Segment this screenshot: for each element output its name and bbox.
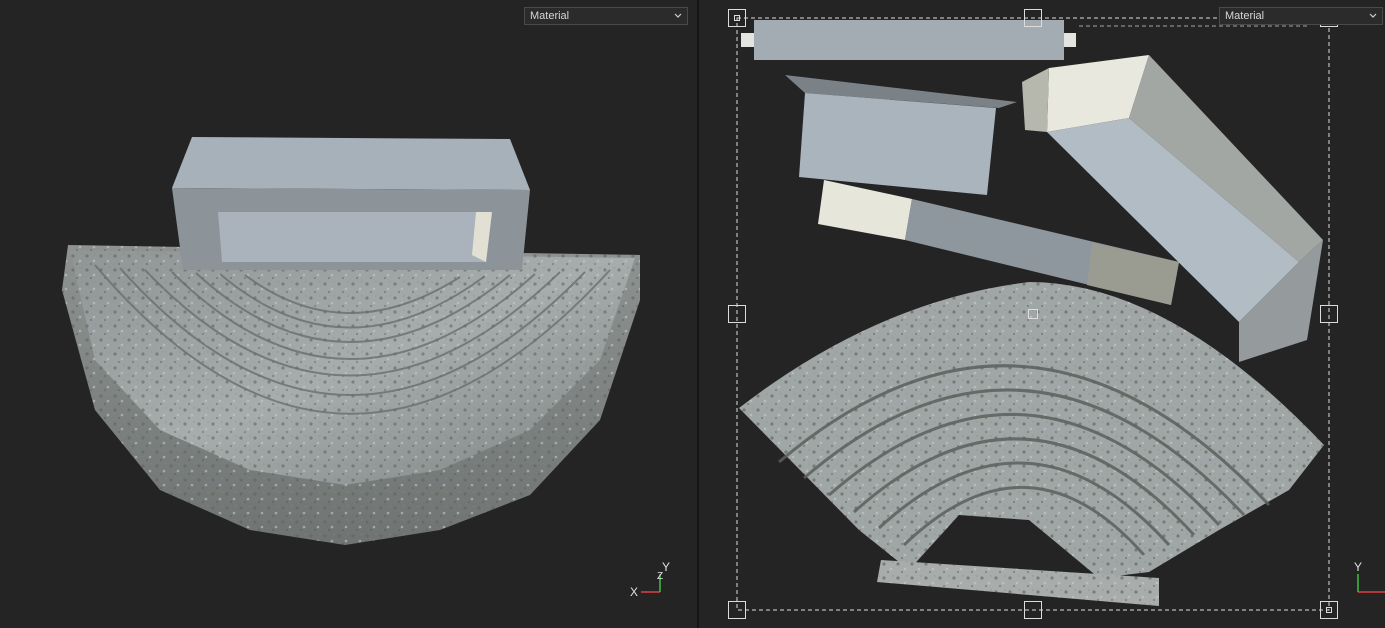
uv-handle-top-left[interactable] — [728, 9, 746, 27]
uv-handle-bottom-center[interactable] — [1024, 601, 1042, 619]
3d-model-render — [62, 137, 640, 545]
shading-mode-value: Material — [530, 10, 570, 22]
chevron-down-icon — [674, 13, 682, 18]
chevron-down-icon — [1369, 13, 1377, 18]
uv-shading-mode-dropdown[interactable]: Material — [1219, 7, 1383, 25]
shading-mode-dropdown[interactable]: Material — [524, 7, 688, 25]
axis-x-label: X — [630, 585, 639, 599]
uv-handle-top-center[interactable] — [1024, 9, 1042, 27]
uv-handle-middle-right[interactable] — [1320, 305, 1338, 323]
3d-viewport[interactable]: Material X Y Z — [0, 0, 697, 628]
uv-handle-pivot[interactable] — [1028, 309, 1038, 319]
uv-shading-mode-value: Material — [1225, 10, 1265, 22]
uv-handle-bottom-right[interactable] — [1320, 601, 1338, 619]
stage-frame-inner — [218, 212, 492, 262]
axis-y-label: Y — [662, 560, 671, 574]
axis-z-label: Z — [657, 571, 664, 582]
uv-layout-render — [736, 17, 1385, 611]
uv-handle-middle-left[interactable] — [728, 305, 746, 323]
stage-frame-top — [172, 137, 530, 190]
uv-handle-bottom-left[interactable] — [728, 601, 746, 619]
uv-editor-viewport[interactable]: Material Y — [699, 0, 1385, 628]
uv-axis-v-label: Y — [1354, 560, 1363, 574]
uv-island-bar — [818, 180, 912, 240]
